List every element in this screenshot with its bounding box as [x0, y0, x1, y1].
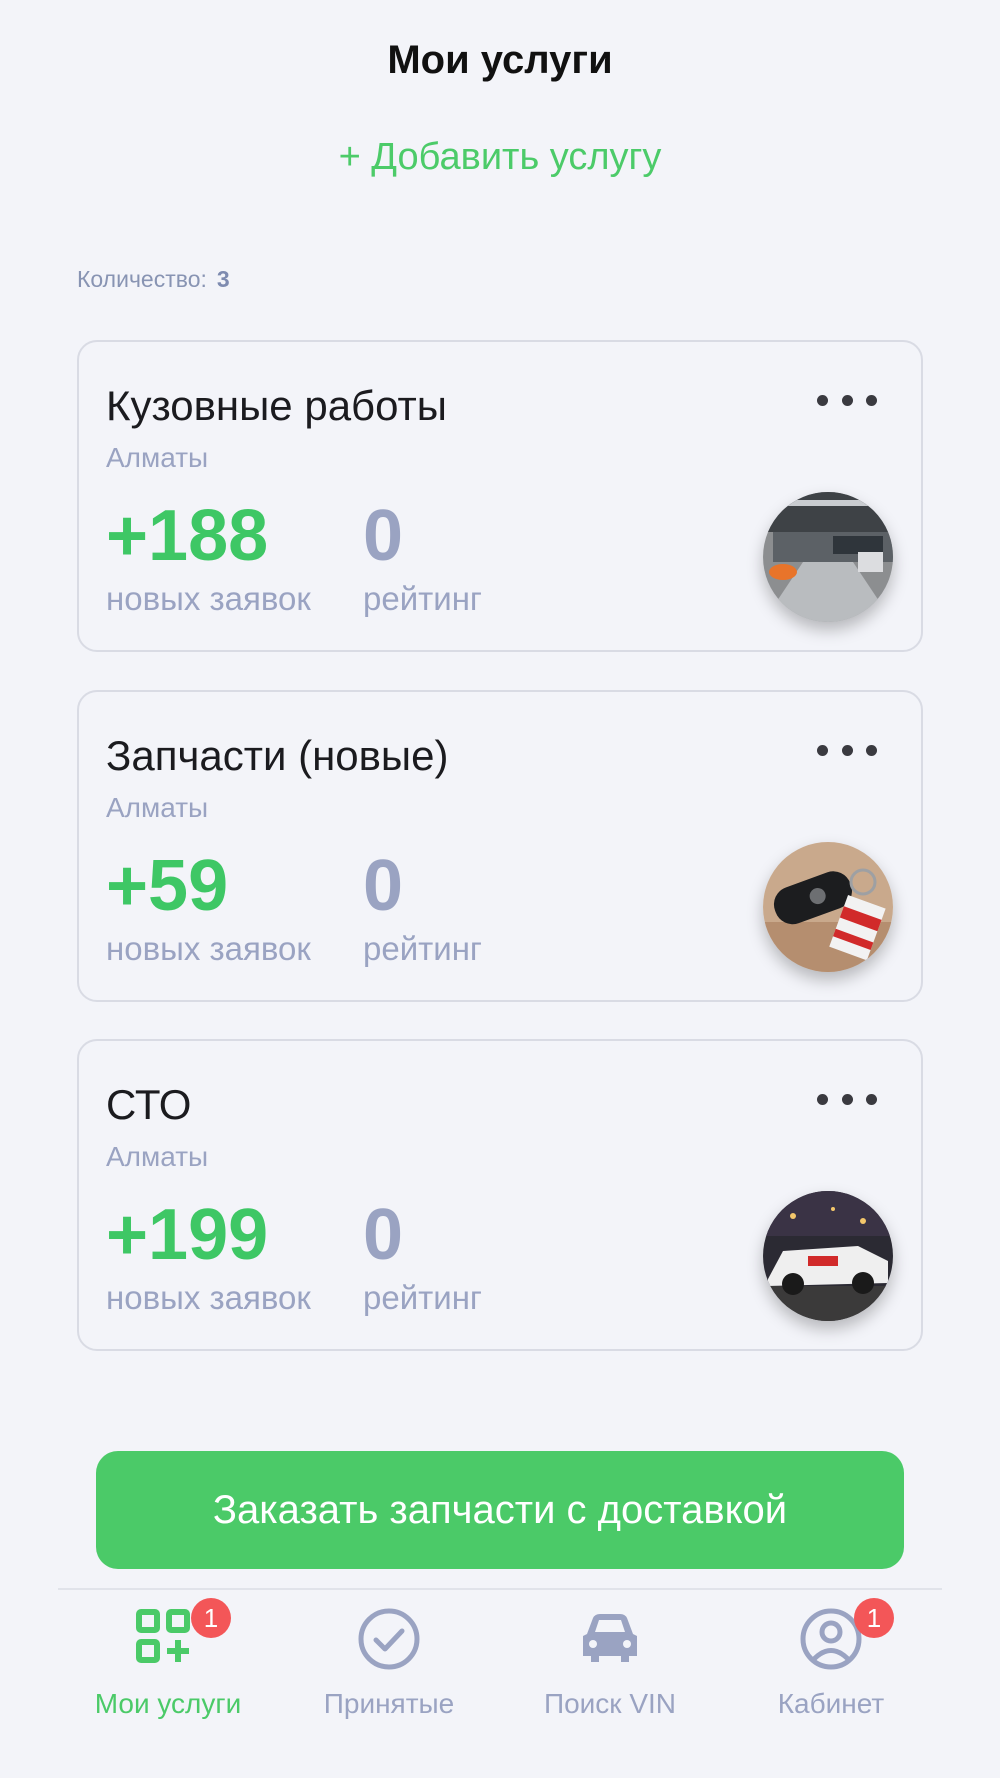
service-card[interactable]: Кузовные работы Алматы +188 новых заявок… [77, 340, 923, 652]
order-parts-button[interactable]: Заказать запчасти с доставкой [96, 1451, 904, 1569]
service-card[interactable]: СТО Алматы +199 новых заявок 0 рейтинг [77, 1039, 923, 1351]
notification-badge: 1 [191, 1598, 231, 1638]
rating-label: рейтинг [363, 580, 482, 617]
service-card[interactable]: Запчасти (новые) Алматы +59 новых заявок… [77, 690, 923, 1002]
rating-value: 0 [363, 846, 404, 926]
tab-label: Поиск VIN [543, 1688, 677, 1719]
service-name: СТО [106, 1081, 192, 1128]
service-photo [763, 492, 893, 622]
tab-label: Кабинет [777, 1688, 885, 1719]
count-label: Количество: [77, 266, 207, 292]
new-requests-label: новых заявок [106, 930, 311, 967]
new-requests-count: +188 [106, 496, 269, 576]
notification-badge: 1 [854, 1598, 894, 1638]
more-options-icon[interactable] [817, 740, 877, 760]
new-requests-label: новых заявок [106, 1279, 311, 1316]
my-services-screen: Мои услуги + Добавить услугу Количество:… [0, 0, 1000, 1778]
tab-cabinet[interactable]: 1 Кабинет [721, 1598, 941, 1724]
tab-label: Принятые [323, 1688, 455, 1719]
more-options-icon[interactable] [817, 390, 877, 410]
new-requests-count: +199 [106, 1195, 269, 1275]
check-circle-icon [354, 1604, 424, 1674]
rating-label: рейтинг [363, 930, 482, 967]
more-options-icon[interactable] [817, 1089, 877, 1109]
new-requests-label: новых заявок [106, 580, 311, 617]
tabbar-divider [58, 1588, 942, 1590]
service-photo [763, 1191, 893, 1321]
tab-label: Мои услуги [94, 1688, 242, 1719]
service-city: Алматы [106, 442, 209, 473]
tab-vin-search[interactable]: Поиск VIN [500, 1604, 720, 1724]
car-icon [575, 1604, 645, 1674]
services-count: Количество: 3 [77, 266, 230, 293]
service-name: Кузовные работы [106, 382, 447, 429]
rating-label: рейтинг [363, 1279, 482, 1316]
tab-my-services[interactable]: 1 Мои услуги [58, 1598, 278, 1724]
rating-value: 0 [363, 1195, 404, 1275]
grid-plus-icon: 1 [133, 1598, 231, 1674]
service-photo [763, 842, 893, 972]
add-service-link[interactable]: + Добавить услугу [0, 136, 1000, 179]
service-city: Алматы [106, 1141, 209, 1172]
page-title: Мои услуги [387, 38, 613, 82]
count-value: 3 [216, 266, 230, 292]
new-requests-count: +59 [106, 846, 229, 926]
tab-accepted[interactable]: Принятые [279, 1604, 499, 1724]
rating-value: 0 [363, 496, 404, 576]
service-city: Алматы [106, 792, 209, 823]
service-name: Запчасти (новые) [106, 732, 449, 779]
user-circle-icon: 1 [796, 1598, 894, 1674]
